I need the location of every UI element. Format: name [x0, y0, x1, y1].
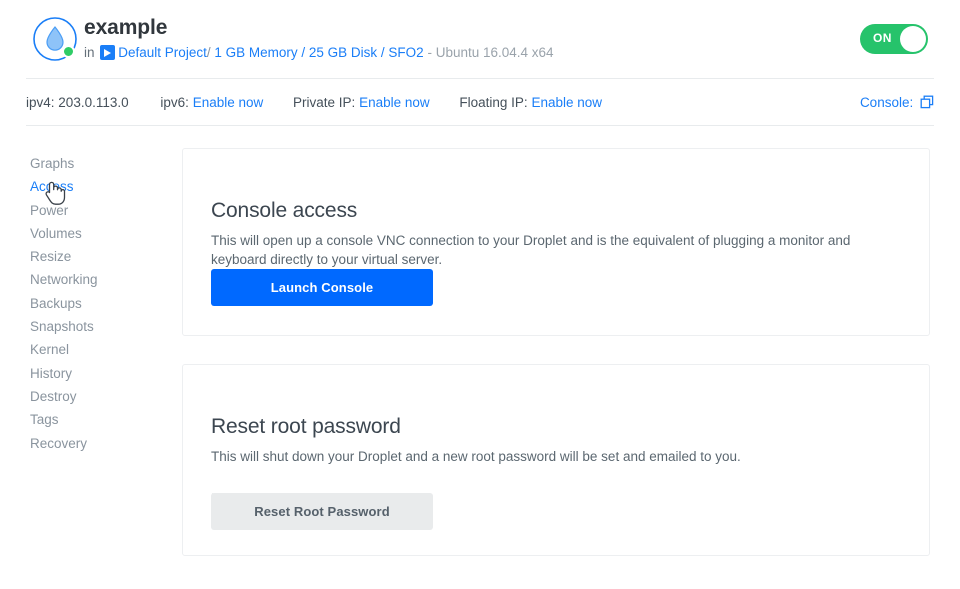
- droplet-meta: in Default Project/ 1 GB Memory / 25 GB …: [84, 44, 554, 62]
- ipv4-value: 203.0.113.0: [58, 95, 128, 110]
- sidebar-item-backups[interactable]: Backups: [30, 292, 160, 315]
- droplet-sidebar-nav: Graphs Access Power Volumes Resize Netwo…: [30, 152, 160, 455]
- network-info-bar: ipv4: 203.0.113.0 ipv6: Enable now Priva…: [0, 79, 960, 125]
- floating-ip-label: Floating IP:: [459, 95, 527, 110]
- meta-dash: -: [427, 45, 432, 60]
- sidebar-item-kernel[interactable]: Kernel: [30, 338, 160, 361]
- droplet-specs[interactable]: 1 GB Memory / 25 GB Disk / SFO2: [214, 45, 423, 60]
- in-label: in: [84, 45, 95, 60]
- floating-ip-group: Floating IP: Enable now: [459, 95, 602, 110]
- reset-root-password-description: This will shut down your Droplet and a n…: [211, 447, 901, 467]
- droplet-header: example in Default Project/ 1 GB Memory …: [0, 0, 960, 78]
- sidebar-item-recovery[interactable]: Recovery: [30, 432, 160, 455]
- ipv6-group: ipv6: Enable now: [160, 95, 267, 110]
- sidebar-item-power[interactable]: Power: [30, 199, 160, 222]
- reset-root-password-title: Reset root password: [211, 414, 401, 440]
- project-link[interactable]: Default Project: [118, 45, 207, 60]
- power-toggle-knob: [900, 26, 926, 52]
- ipv6-label: ipv6:: [160, 95, 189, 110]
- console-link-label: Console:: [860, 95, 913, 110]
- droplet-os: Ubuntu 16.04.4 x64: [436, 45, 554, 60]
- private-ip-enable-link[interactable]: Enable now: [359, 95, 430, 110]
- online-status-dot: [62, 45, 75, 58]
- floating-ip-enable-link[interactable]: Enable now: [531, 95, 602, 110]
- header-divider-bottom: [26, 125, 934, 126]
- page-title: example: [84, 15, 554, 41]
- console-launch-link[interactable]: Console:: [860, 95, 934, 111]
- project-icon: [100, 45, 115, 60]
- open-external-window-icon: [920, 95, 934, 109]
- reset-root-password-button[interactable]: Reset Root Password: [211, 493, 433, 530]
- power-toggle[interactable]: ON: [860, 24, 928, 54]
- sidebar-item-volumes[interactable]: Volumes: [30, 222, 160, 245]
- sidebar-item-networking[interactable]: Networking: [30, 268, 160, 291]
- ipv4-label: ipv4:: [26, 95, 55, 110]
- console-access-title: Console access: [211, 198, 357, 224]
- droplet-title-block: example in Default Project/ 1 GB Memory …: [84, 15, 554, 62]
- sidebar-item-history[interactable]: History: [30, 362, 160, 385]
- private-ip-label: Private IP:: [293, 95, 355, 110]
- sidebar-item-resize[interactable]: Resize: [30, 245, 160, 268]
- sidebar-item-tags[interactable]: Tags: [30, 408, 160, 431]
- sidebar-item-snapshots[interactable]: Snapshots: [30, 315, 160, 338]
- sidebar-item-destroy[interactable]: Destroy: [30, 385, 160, 408]
- private-ip-group: Private IP: Enable now: [293, 95, 433, 110]
- ipv6-enable-link[interactable]: Enable now: [193, 95, 264, 110]
- power-toggle-label: ON: [873, 31, 892, 45]
- ipv4-group: ipv4: 203.0.113.0: [26, 95, 132, 110]
- reset-root-password-card: Reset root password This will shut down …: [182, 364, 930, 556]
- sidebar-item-access[interactable]: Access: [30, 175, 160, 198]
- console-access-card: Console access This will open up a conso…: [182, 148, 930, 336]
- sidebar-item-graphs[interactable]: Graphs: [30, 152, 160, 175]
- meta-separator-1: /: [207, 45, 211, 60]
- launch-console-button[interactable]: Launch Console: [211, 269, 433, 306]
- console-access-description: This will open up a console VNC connecti…: [211, 231, 901, 270]
